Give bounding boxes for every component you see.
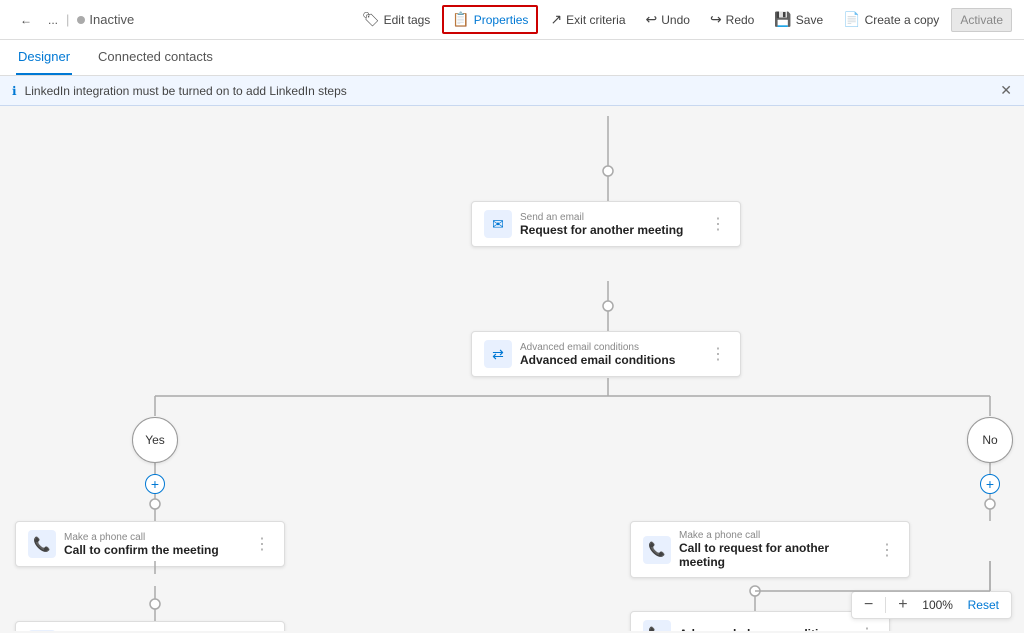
no-decision-node: No [967,417,1013,463]
breadcrumb: ... [48,13,58,27]
email-icon: ✉ [484,210,512,238]
phone-icon-right: 📞 [643,536,671,564]
advanced-email-menu[interactable]: ⋮ [708,342,728,366]
plus-button-right[interactable]: + [980,474,1000,494]
tabs-bar: Designer Connected contacts [0,40,1024,76]
task-icon: ☑ [28,630,56,631]
call-confirm-title: Call to confirm the meeting [64,543,244,557]
call-request-node: 📞 Make a phone call Call to request for … [630,521,910,578]
back-button[interactable]: ← [12,9,40,31]
zoom-level: 100% [920,598,956,612]
info-icon: ℹ [12,84,17,98]
advanced-email-title: Advanced email conditions [520,353,700,367]
filter-icon: ⇄ [484,340,512,368]
activate-button[interactable]: Activate [951,8,1012,32]
zoom-in-button[interactable]: + [894,596,911,614]
tab-designer[interactable]: Designer [16,40,72,75]
undo-icon: ↩ [646,11,658,28]
zoom-out-button[interactable]: − [860,596,877,614]
exit-criteria-button[interactable]: ↗ Exit criteria [542,7,633,32]
plus-button-left[interactable]: + [145,474,165,494]
call-request-label: Make a phone call [679,530,869,541]
phone-condition-icon: 📞 [643,620,671,631]
save-button[interactable]: 💾 Save [766,7,831,32]
properties-button[interactable]: 📋 Properties [442,5,538,34]
phone-icon-left: 📞 [28,530,56,558]
status-dot-icon [77,16,85,24]
complete-task-node: ☑ Complete a task Share meeting details … [15,621,285,631]
info-message: LinkedIn integration must be turned on t… [25,84,347,98]
info-close-button[interactable]: ✕ [1000,82,1012,99]
tag-icon: 🏷 [362,11,380,28]
create-copy-button[interactable]: 📄 Create a copy [835,7,947,32]
send-email-node: ✉ Send an email Request for another meet… [471,201,741,247]
call-request-title: Call to request for another meeting [679,541,869,569]
app-header: ← ... | Inactive 🏷 Edit tags 📋 Propertie… [0,0,1024,40]
call-confirm-menu[interactable]: ⋮ [252,532,272,556]
send-email-label: Send an email [520,212,700,223]
zoom-reset-button[interactable]: Reset [964,598,1003,612]
redo-icon: ↪ [710,11,722,28]
header-actions: 🏷 Edit tags 📋 Properties ↗ Exit criteria… [354,5,1012,34]
designer-canvas: ✉ Send an email Request for another meet… [0,106,1024,631]
info-bar: ℹ LinkedIn integration must be turned on… [0,76,1024,106]
zoom-controls: − + 100% Reset [851,591,1012,619]
advanced-phone-title: Advanced phone condition [679,627,849,631]
copy-icon: 📄 [843,11,860,28]
advanced-email-node: ⇄ Advanced email conditions Advanced ema… [471,331,741,377]
back-icon: ← [20,13,32,27]
advanced-email-label: Advanced email conditions [520,342,700,353]
exit-criteria-icon: ↗ [550,11,562,28]
redo-button[interactable]: ↪ Redo [702,7,762,32]
call-request-menu[interactable]: ⋮ [877,538,897,562]
call-confirm-label: Make a phone call [64,532,244,543]
call-confirm-node: 📞 Make a phone call Call to confirm the … [15,521,285,567]
undo-button[interactable]: ↩ Undo [638,7,698,32]
properties-icon: 📋 [452,11,469,28]
send-email-title: Request for another meeting [520,223,700,237]
save-icon: 💾 [774,11,791,28]
tab-connected-contacts[interactable]: Connected contacts [96,40,215,75]
separator: | [66,12,69,27]
send-email-menu[interactable]: ⋮ [708,212,728,236]
edit-tags-button[interactable]: 🏷 Edit tags [354,7,438,32]
status-label: Inactive [89,12,134,27]
status-badge: Inactive [77,12,134,27]
yes-decision-node: Yes [132,417,178,463]
advanced-phone-menu[interactable]: ⋮ [857,622,877,631]
